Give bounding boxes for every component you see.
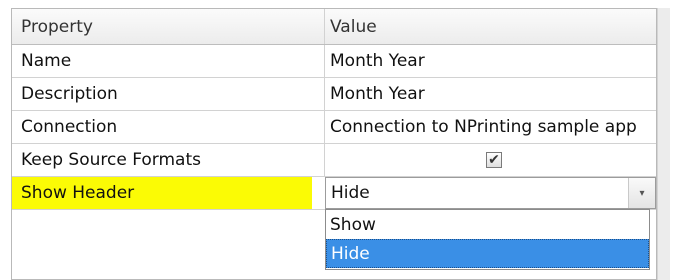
grid-header: Property Value xyxy=(12,9,656,45)
property-label-name[interactable]: Name xyxy=(12,45,325,77)
property-value-name[interactable]: Month Year xyxy=(325,45,656,77)
table-row-name: Name Month Year xyxy=(12,45,656,78)
table-row-keep-source-formats: Keep Source Formats ✔ xyxy=(12,144,656,177)
property-label-description[interactable]: Description xyxy=(12,78,325,110)
property-label-connection[interactable]: Connection xyxy=(12,111,325,143)
property-label-keep-source-formats[interactable]: Keep Source Formats xyxy=(12,144,325,176)
vertical-scrollbar[interactable] xyxy=(657,8,670,280)
show-header-dropdown-list: Show Hide xyxy=(325,209,650,270)
keep-source-formats-checkbox[interactable]: ✔ xyxy=(486,152,502,168)
column-header-value[interactable]: Value xyxy=(325,9,656,44)
dropdown-option-hide[interactable]: Hide xyxy=(326,239,649,268)
property-value-keep-source-formats: ✔ xyxy=(325,144,656,176)
property-value-connection[interactable]: Connection to NPrinting sample app xyxy=(325,111,656,143)
chevron-down-icon: ▾ xyxy=(639,187,645,199)
property-value-description[interactable]: Month Year xyxy=(325,78,656,110)
property-label-show-header[interactable]: Show Header xyxy=(12,177,312,209)
table-row-description: Description Month Year xyxy=(12,78,656,111)
table-row-connection: Connection Connection to NPrinting sampl… xyxy=(12,111,656,144)
property-grid-panel: Property Value Name Month Year Descripti… xyxy=(11,8,657,280)
table-row-show-header: Show Header Hide ▾ xyxy=(12,177,656,210)
column-header-property[interactable]: Property xyxy=(12,9,325,44)
dropdown-button[interactable]: ▾ xyxy=(628,178,655,208)
dropdown-option-show[interactable]: Show xyxy=(326,210,649,239)
property-grid: Property Value Name Month Year Descripti… xyxy=(12,9,656,210)
combobox-selected-value: Hide xyxy=(331,183,370,203)
checkmark-icon: ✔ xyxy=(488,152,500,168)
show-header-combobox[interactable]: Hide ▾ xyxy=(325,177,656,209)
